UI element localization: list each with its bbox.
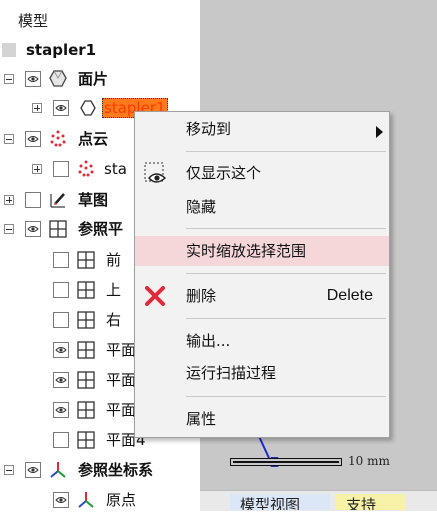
menu-item-move-to[interactable]: 移动到 <box>135 114 389 144</box>
tree-item-label: 右 <box>106 311 122 329</box>
context-menu: 移动到 仅显示这个 隐藏 实时缩放选择范围 删除 Delete 输出... 运行… <box>134 111 390 438</box>
menu-item-delete[interactable]: 删除 Delete <box>135 281 389 311</box>
tree-item-label: 上 <box>106 281 122 299</box>
plane-icon <box>77 251 95 269</box>
sketch-pencil-icon <box>50 193 65 208</box>
visibility-checkbox[interactable] <box>25 192 41 208</box>
tree-item-label: 原点 <box>106 491 137 509</box>
coordinate-system-icon <box>78 492 94 508</box>
visibility-checkbox[interactable] <box>53 432 69 448</box>
tab-model-view[interactable]: 模型视图 <box>230 494 330 510</box>
panel-title: 模型 <box>18 12 49 30</box>
visibility-eye-icon[interactable] <box>25 131 41 147</box>
menu-item-shortcut: Delete <box>326 287 373 304</box>
expand-icon[interactable] <box>32 103 42 113</box>
tree-item-mesh-group[interactable]: 面片 <box>0 68 200 94</box>
point-cloud-icon <box>78 160 94 177</box>
menu-item-label: 运行扫描过程 <box>186 364 277 382</box>
collapse-icon[interactable] <box>4 134 14 144</box>
point-cloud-icon <box>50 130 66 147</box>
tree-item-label: 面片 <box>78 70 109 88</box>
visibility-eye-icon[interactable] <box>25 462 41 478</box>
visibility-eye-icon[interactable] <box>53 372 69 388</box>
tree-item-label: 平面 <box>106 371 137 389</box>
visibility-checkbox[interactable] <box>53 312 69 328</box>
expand-icon[interactable] <box>32 164 42 174</box>
tree-item-label: 草图 <box>78 191 109 209</box>
menu-item-zoom-to-selection[interactable]: 实时缩放选择范围 <box>135 236 389 266</box>
plane-icon <box>77 341 95 359</box>
visibility-eye-icon[interactable] <box>53 100 69 116</box>
menu-separator <box>186 273 386 274</box>
plane-icon <box>77 431 95 449</box>
scale-bar <box>230 458 342 466</box>
menu-separator <box>186 151 386 152</box>
visibility-checkbox[interactable] <box>53 161 69 177</box>
scale-label: 10 mm <box>348 454 390 468</box>
mesh-icon <box>49 70 67 87</box>
delete-x-icon <box>145 286 165 306</box>
visibility-eye-icon[interactable] <box>25 221 41 237</box>
visibility-eye-icon[interactable] <box>25 71 41 87</box>
tree-item-label: 平面 <box>106 401 137 419</box>
tree-item-ref-coords-group[interactable]: 参照坐标系 <box>0 459 200 485</box>
visibility-eye-icon[interactable] <box>53 402 69 418</box>
menu-item-show-only-this[interactable]: 仅显示这个 <box>135 158 389 188</box>
visibility-checkbox[interactable] <box>53 282 69 298</box>
menu-item-label: 删除 <box>186 287 217 305</box>
tree-item-label: 前 <box>106 251 122 269</box>
menu-item-hide[interactable]: 隐藏 <box>135 192 389 222</box>
visibility-eye-icon[interactable] <box>53 342 69 358</box>
tree-item-label: sta <box>104 160 127 178</box>
tab-support[interactable]: 支持 <box>336 494 406 510</box>
tree-item-label: stapler1 <box>26 41 97 59</box>
mesh-outline-icon <box>80 100 96 116</box>
collapse-icon[interactable] <box>4 465 14 475</box>
menu-item-label: 属性 <box>186 410 217 428</box>
menu-item-export[interactable]: 输出... <box>135 326 389 356</box>
coordinate-system-icon <box>50 462 66 478</box>
menu-item-label: 实时缩放选择范围 <box>186 242 307 260</box>
plane-icon <box>77 401 95 419</box>
tree-item-origin[interactable]: 原点 <box>0 489 200 515</box>
menu-separator <box>186 318 386 319</box>
tree-item-label: 参照平 <box>78 220 124 238</box>
menu-item-label: 仅显示这个 <box>186 164 262 182</box>
plane-icon <box>77 371 95 389</box>
submenu-arrow-icon <box>376 126 383 138</box>
collapse-icon[interactable] <box>4 224 14 234</box>
menu-item-label: 移动到 <box>186 120 232 138</box>
menu-item-label: 输出... <box>186 332 231 350</box>
tree-item-root[interactable]: stapler1 <box>0 39 200 65</box>
plane-icon <box>77 311 95 329</box>
plane-icon <box>49 220 67 238</box>
menu-separator <box>186 228 386 229</box>
eye-dotted-icon <box>144 162 167 183</box>
visibility-eye-icon[interactable] <box>53 492 69 508</box>
menu-separator <box>186 396 386 397</box>
tree-item-label: 点云 <box>78 130 109 148</box>
menu-item-label: 隐藏 <box>186 198 217 216</box>
model-icon <box>2 43 16 57</box>
menu-item-run-scan-process[interactable]: 运行扫描过程 <box>135 358 389 388</box>
menu-item-properties[interactable]: 属性 <box>135 404 389 434</box>
tree-item-label: 参照坐标系 <box>78 461 154 479</box>
collapse-icon[interactable] <box>4 74 14 84</box>
plane-icon <box>77 281 95 299</box>
tree-item-label: 平面 <box>106 341 137 359</box>
visibility-checkbox[interactable] <box>53 252 69 268</box>
expand-icon[interactable] <box>4 195 14 205</box>
